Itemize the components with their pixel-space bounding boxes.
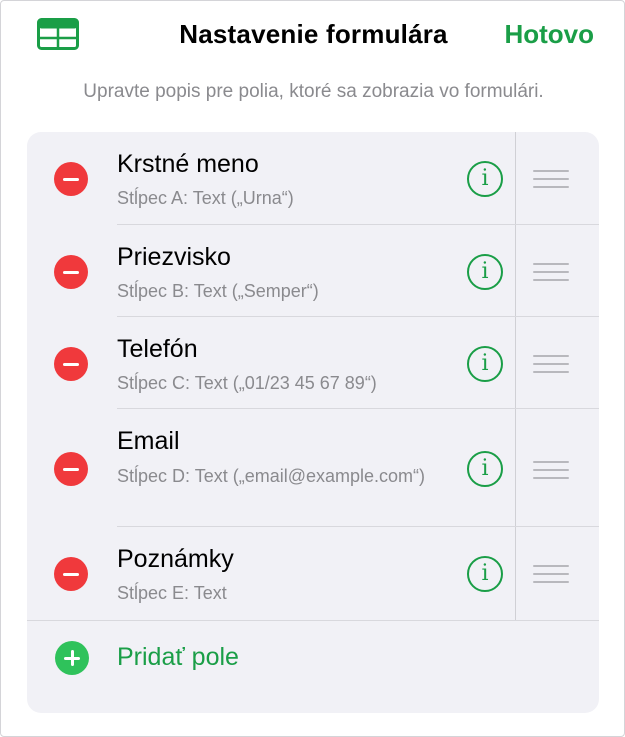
- delete-field-icon[interactable]: [54, 347, 88, 381]
- field-label[interactable]: Poznámky: [117, 545, 234, 574]
- add-field-button[interactable]: Pridať pole: [27, 621, 599, 713]
- fields-list: Krstné meno Stĺpec A: Text („Urna“) i Pr…: [27, 132, 599, 713]
- drag-handle-icon[interactable]: [533, 170, 569, 188]
- field-detail: Stĺpec C: Text („01/23 45 67 89“): [117, 373, 377, 393]
- field-row: Email Stĺpec D: Text („email@example.com…: [27, 409, 599, 527]
- drag-handle-icon[interactable]: [533, 565, 569, 583]
- delete-field-icon[interactable]: [54, 452, 88, 486]
- field-detail: Stĺpec D: Text („email@example.com“): [117, 466, 426, 486]
- info-icon[interactable]: i: [467, 556, 503, 592]
- instructions-text: Upravte popis pre polia, ktoré sa zobraz…: [83, 81, 544, 102]
- delete-field-icon[interactable]: [54, 162, 88, 196]
- add-field-label[interactable]: Pridať pole: [117, 643, 239, 672]
- field-row: Telefón Stĺpec C: Text („01/23 45 67 89“…: [27, 317, 599, 409]
- drag-handle-icon[interactable]: [533, 263, 569, 281]
- add-icon[interactable]: [55, 641, 89, 675]
- field-row: Poznámky Stĺpec E: Text i: [27, 527, 599, 621]
- field-detail: Stĺpec B: Text („Semper“): [117, 281, 319, 301]
- field-detail: Stĺpec A: Text („Urna“): [117, 188, 294, 208]
- info-icon[interactable]: i: [467, 346, 503, 382]
- header: Nastavenie formulára Hotovo: [1, 1, 625, 71]
- field-row: Priezvisko Stĺpec B: Text („Semper“) i: [27, 225, 599, 317]
- delete-field-icon[interactable]: [54, 255, 88, 289]
- done-button[interactable]: Hotovo: [504, 19, 594, 50]
- info-icon[interactable]: i: [467, 254, 503, 290]
- info-icon[interactable]: i: [467, 451, 503, 487]
- field-detail: Stĺpec E: Text: [117, 583, 227, 603]
- drag-handle-icon[interactable]: [533, 355, 569, 373]
- drag-handle-icon[interactable]: [533, 461, 569, 479]
- field-label[interactable]: Email: [117, 427, 180, 456]
- field-label[interactable]: Telefón: [117, 335, 198, 364]
- info-icon[interactable]: i: [467, 161, 503, 197]
- delete-field-icon[interactable]: [54, 557, 88, 591]
- field-label[interactable]: Krstné meno: [117, 150, 259, 179]
- form-settings-panel: Nastavenie formulára Hotovo Upravte popi…: [0, 0, 625, 737]
- field-row: Krstné meno Stĺpec A: Text („Urna“) i: [27, 132, 599, 225]
- field-label[interactable]: Priezvisko: [117, 243, 231, 272]
